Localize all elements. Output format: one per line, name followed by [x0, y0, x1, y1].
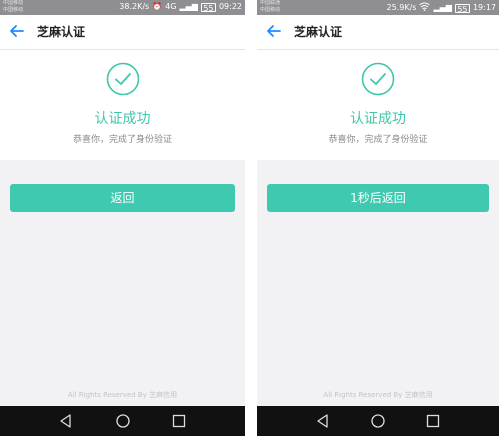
page-title: 芝麻认证 [294, 25, 343, 39]
system-nav-bar [257, 406, 499, 436]
nav-back-icon[interactable] [58, 413, 74, 429]
carrier-line-1: 中国移动 [3, 0, 24, 6]
carrier-line-1: 中国联通 [260, 0, 281, 6]
status-indicators: 25.9K/s ▂▄▆ 55 19:17 [387, 2, 496, 14]
phone-screen-right: 中国联通 中国移动 25.9K/s ▂▄▆ 55 19:17 芝麻认证 认证成功… [257, 0, 499, 436]
phone-screen-left: 中国移动 中国移动 38.2K/s ⏰ 4G ▂▄▆ 55 09:22 芝麻认证… [0, 0, 245, 436]
result-subtitle: 恭喜你，完成了身份验证 [328, 135, 428, 145]
battery-icon: 55 [454, 3, 470, 14]
network-speed: 25.9K/s [386, 3, 417, 12]
status-bar: 中国联通 中国移动 25.9K/s ▂▄▆ 55 19:17 [257, 0, 499, 15]
carrier-line-2: 中国移动 [260, 7, 281, 13]
clock: 19:17 [472, 3, 496, 12]
footer-copyright: All Rights Reserved By 芝麻信用 [323, 391, 433, 399]
clock: 09:22 [218, 2, 242, 11]
nav-recent-apps-icon[interactable] [171, 413, 187, 429]
carrier-info: 中国联通 中国移动 [260, 0, 280, 14]
alarm-icon: ⏰ [152, 2, 163, 11]
result-panel: 认证成功 恭喜你，完成了身份验证 [257, 50, 499, 160]
signal-icon: ▂▄▆ [433, 3, 452, 12]
page-title: 芝麻认证 [37, 25, 86, 39]
network-speed: 38.2K/s [119, 2, 150, 11]
signal-icon: ▂▄▆ [179, 2, 198, 11]
network-type: 4G [165, 2, 177, 11]
result-title: 认证成功 [350, 111, 406, 127]
carrier-info: 中国移动 中国移动 [3, 0, 23, 14]
nav-back-icon[interactable] [315, 413, 331, 429]
check-circle-icon [361, 62, 395, 96]
nav-home-icon[interactable] [115, 413, 131, 429]
battery-icon: 55 [200, 2, 216, 13]
wifi-icon [419, 2, 431, 14]
back-arrow-icon[interactable] [8, 22, 26, 40]
return-button[interactable]: 返回 [10, 184, 235, 212]
carrier-line-2: 中国移动 [3, 7, 24, 13]
status-bar: 中国移动 中国移动 38.2K/s ⏰ 4G ▂▄▆ 55 09:22 [0, 0, 245, 15]
countdown-return-button[interactable]: 1秒后返回 [267, 184, 489, 212]
check-circle-icon [106, 62, 139, 96]
result-title: 认证成功 [94, 111, 151, 127]
status-indicators: 38.2K/s ⏰ 4G ▂▄▆ 55 09:22 [119, 2, 242, 13]
result-panel: 认证成功 恭喜你，完成了身份验证 [0, 50, 245, 160]
title-bar: 芝麻认证 [0, 15, 245, 50]
back-arrow-icon[interactable] [265, 22, 283, 40]
result-subtitle: 恭喜你，完成了身份验证 [72, 135, 172, 145]
nav-home-icon[interactable] [370, 413, 386, 429]
system-nav-bar [0, 406, 245, 436]
nav-recent-apps-icon[interactable] [425, 413, 441, 429]
title-bar: 芝麻认证 [257, 15, 499, 50]
footer-copyright: All Rights Reserved By 芝麻信用 [67, 391, 178, 399]
